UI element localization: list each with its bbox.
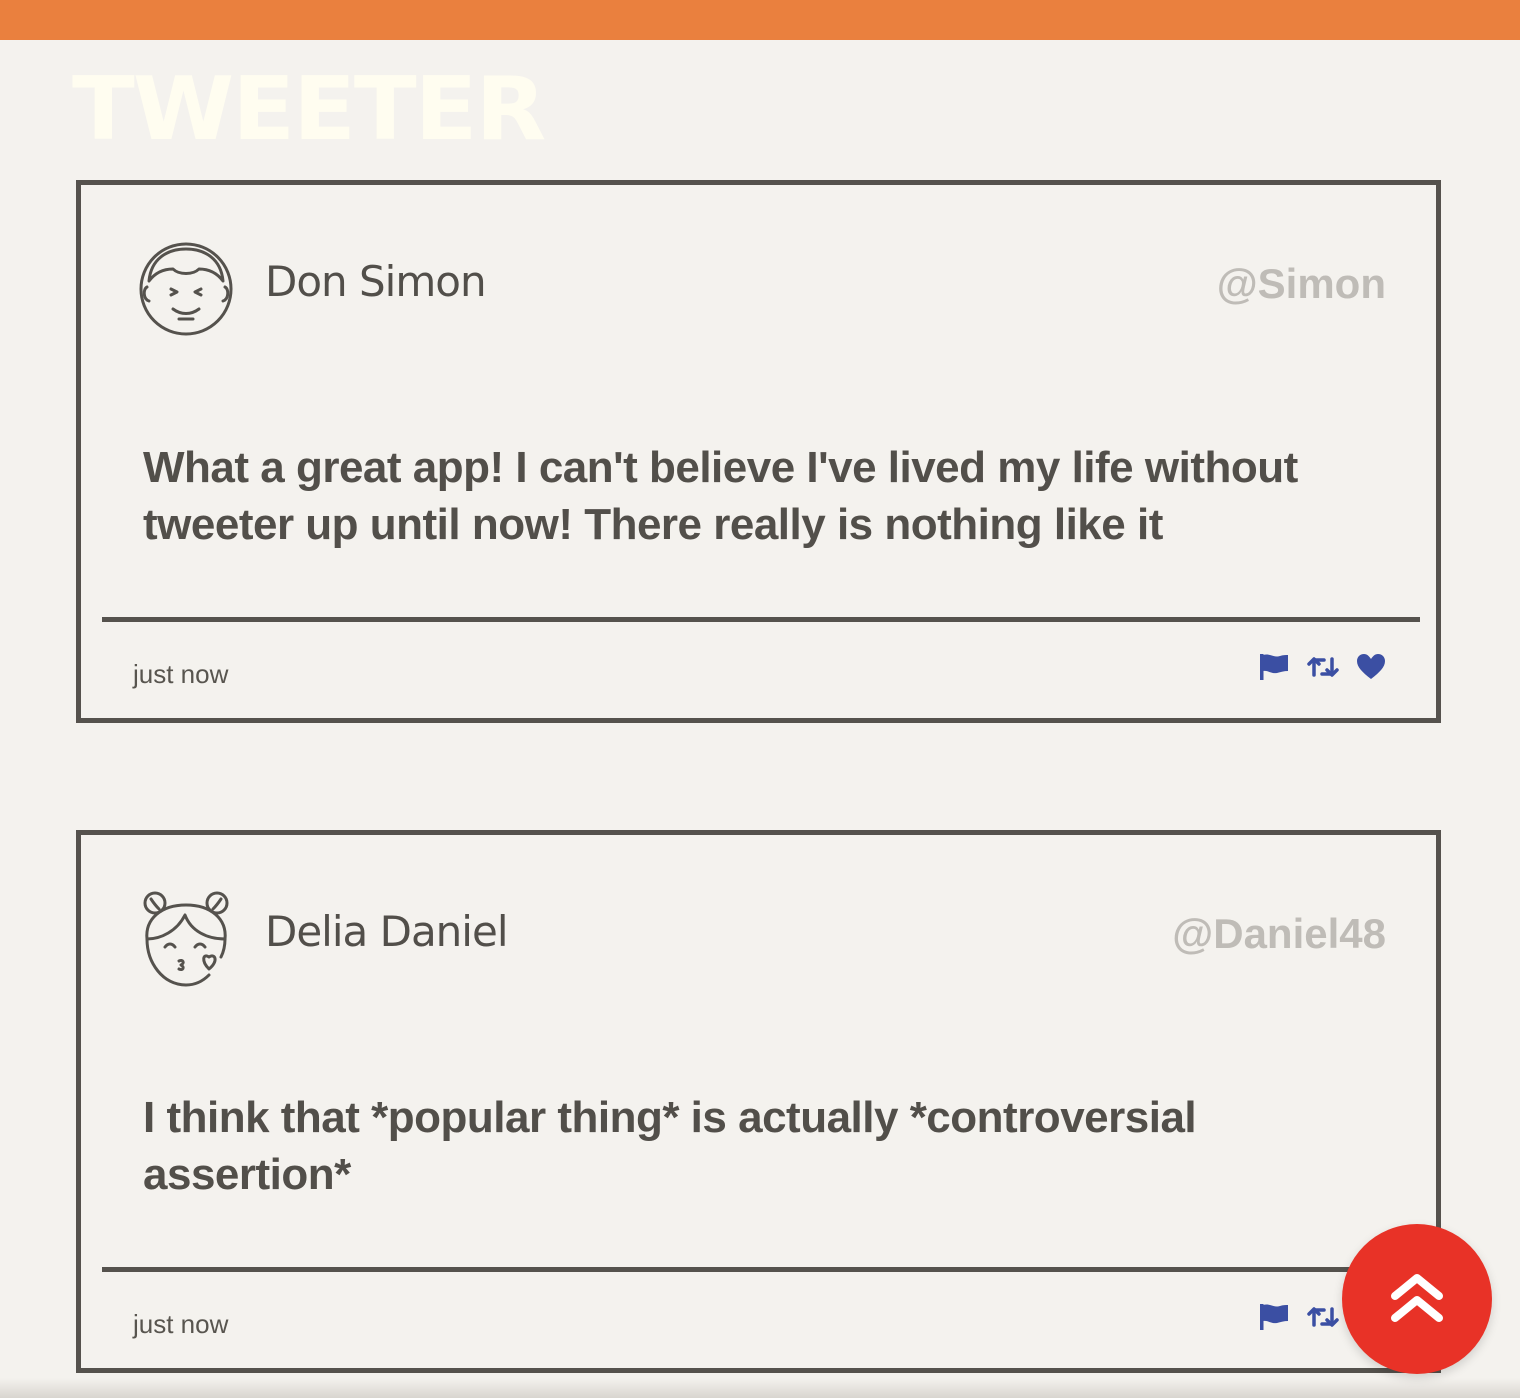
scroll-to-top-button[interactable] — [1342, 1224, 1492, 1374]
flag-icon[interactable] — [1258, 1303, 1290, 1331]
bottom-fade — [0, 1378, 1520, 1398]
tweet-content: I think that *popular thing* is actually… — [143, 1093, 1197, 1199]
tweet-card: Don Simon @Simon What a great app! I can… — [76, 180, 1441, 723]
double-chevron-up-icon — [1391, 1274, 1443, 1322]
retweet-icon[interactable] — [1306, 1305, 1340, 1329]
tweet-timestamp: just now — [133, 1309, 229, 1339]
heart-icon[interactable] — [1356, 653, 1386, 681]
flag-icon[interactable] — [1258, 653, 1290, 681]
boy-face-icon — [139, 242, 233, 336]
tweet-timestamp: just now — [133, 659, 229, 689]
author-name[interactable]: Delia Daniel — [265, 911, 508, 953]
tweet-content: What a great app! I can't believe I've l… — [143, 443, 1298, 549]
tweet-divider — [102, 1267, 1420, 1272]
tweet-divider — [102, 617, 1420, 622]
author-name[interactable]: Don Simon — [265, 261, 487, 303]
tweet-actions — [1258, 653, 1386, 681]
girl-kiss-face-icon — [143, 891, 229, 987]
retweet-icon[interactable] — [1306, 655, 1340, 679]
author-handle[interactable]: @Daniel48 — [1172, 913, 1386, 955]
tweet-card: Delia Daniel @Daniel48 I think that *pop… — [76, 830, 1441, 1373]
author-handle[interactable]: @Simon — [1217, 263, 1386, 305]
tweet-feed: Don Simon @Simon What a great app! I can… — [0, 0, 1520, 1398]
